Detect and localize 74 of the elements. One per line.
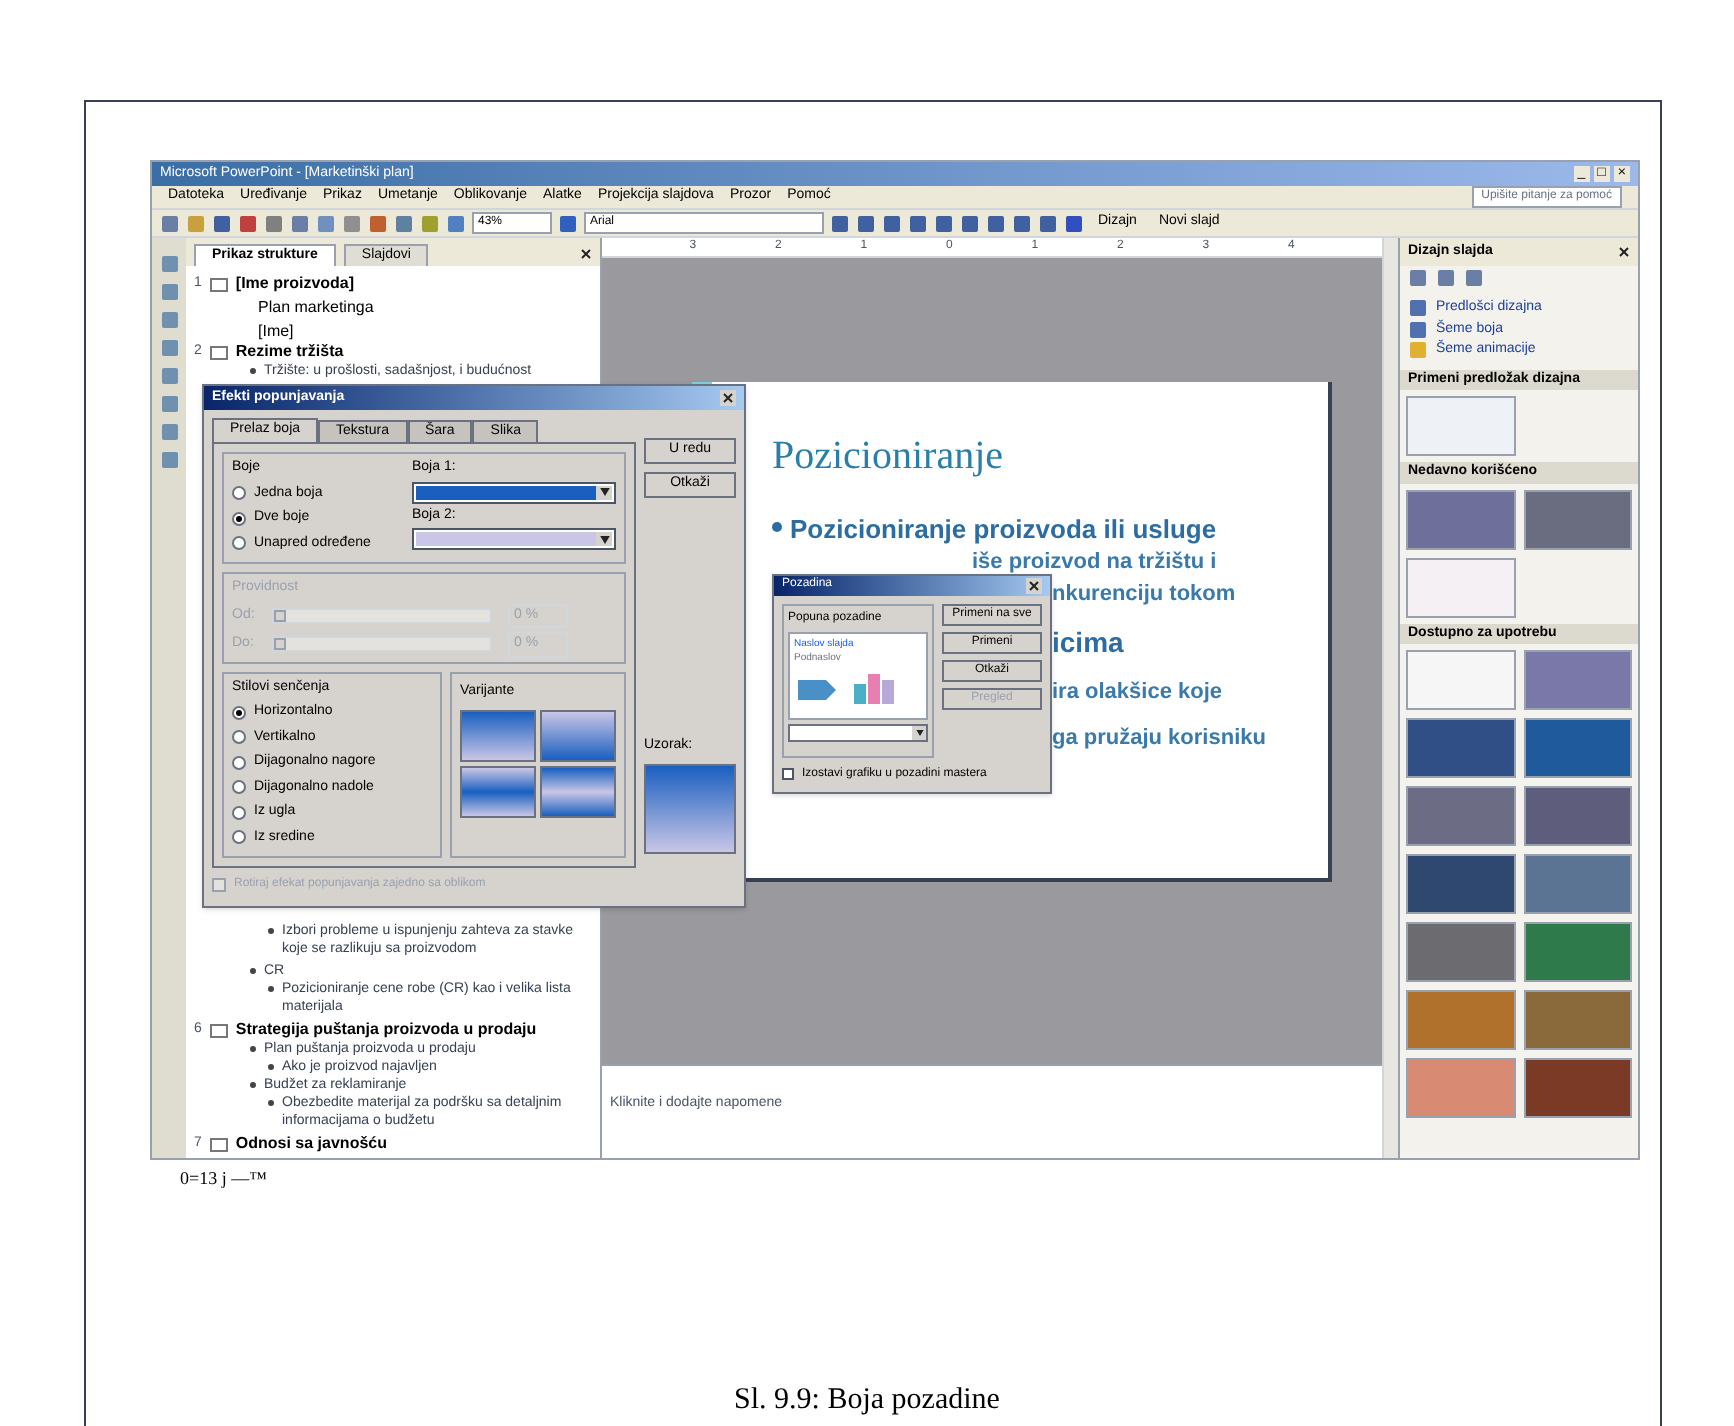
close-icon[interactable] — [1028, 579, 1040, 591]
figure-caption: Sl. 9.9: Boja pozadine — [734, 1381, 1000, 1419]
outline-slide-title[interactable]: [Ime proizvoda] — [235, 274, 355, 294]
design-thumbnail[interactable] — [1523, 786, 1632, 846]
gradient-variant[interactable] — [460, 710, 536, 762]
close-icon[interactable] — [1618, 246, 1630, 258]
design-thumbnail[interactable] — [1406, 489, 1515, 549]
design-thumbnail[interactable] — [1523, 854, 1632, 914]
slide-icon — [209, 1023, 228, 1037]
bullet-icon — [268, 928, 274, 934]
radio-button[interactable] — [232, 805, 246, 820]
slider-thumb[interactable] — [274, 609, 286, 622]
outline-text[interactable]: Plan marketinga — [258, 298, 374, 316]
radio-button[interactable] — [232, 830, 246, 845]
bullet-icon — [268, 1100, 274, 1106]
design-thumbnail[interactable] — [1406, 922, 1515, 982]
outline-slide-title[interactable]: Rezime tržišta — [235, 342, 344, 362]
design-thumbnail[interactable] — [1406, 650, 1515, 710]
design-thumbnail[interactable] — [1406, 718, 1515, 778]
slide-bullet: Pozicioniranje proizvoda ili usluge — [790, 512, 1217, 548]
radio-button[interactable] — [232, 755, 246, 770]
design-thumbnail[interactable] — [1406, 990, 1515, 1050]
slide-text: nkurenciju tokom — [1052, 579, 1238, 609]
caret-icon — [599, 535, 609, 543]
bullet-icon — [250, 368, 256, 374]
radio-button[interactable] — [232, 486, 246, 501]
slide-icon — [209, 277, 228, 291]
bullet-icon — [250, 968, 256, 974]
caret-icon — [599, 488, 609, 496]
bullet-icon — [250, 1082, 256, 1088]
radio-button[interactable] — [232, 730, 246, 745]
design-thumbnail[interactable] — [1523, 718, 1632, 778]
design-thumbnail[interactable] — [1406, 854, 1515, 914]
slide-text: ga pružaju korisniku — [1052, 723, 1266, 753]
slider-thumb[interactable] — [274, 638, 286, 651]
checkbox[interactable] — [212, 878, 226, 892]
color-dropdown[interactable] — [412, 528, 616, 550]
scan-text: 0=13 j —™ — [180, 1166, 269, 1192]
bullet-icon — [268, 1064, 274, 1070]
design-thumbnail[interactable] — [1406, 786, 1515, 846]
slide-icon — [209, 345, 228, 359]
design-thumbnail[interactable] — [1523, 1058, 1632, 1118]
radio-button[interactable] — [232, 536, 246, 551]
design-thumbnail[interactable] — [1406, 557, 1515, 617]
gradient-variant[interactable] — [460, 766, 536, 818]
close-icon[interactable] — [580, 248, 592, 260]
slide-text: icima — [1052, 624, 1126, 662]
radio-button[interactable] — [232, 705, 246, 720]
design-thumbnail[interactable] — [1523, 650, 1632, 710]
sample-preview — [644, 764, 736, 854]
caret-icon — [915, 729, 923, 735]
slide-text: ira olakšice koje — [1052, 678, 1224, 708]
bullet-icon — [250, 1046, 256, 1052]
outline-text[interactable]: [Ime] — [258, 322, 294, 340]
bullet-icon — [268, 986, 274, 992]
gradient-variant[interactable] — [540, 710, 616, 762]
slide-text: iše proizvod na tržištu i — [970, 549, 1219, 573]
design-thumbnail[interactable] — [1523, 922, 1632, 982]
radio-button[interactable] — [232, 780, 246, 795]
close-icon[interactable] — [722, 392, 734, 404]
design-thumbnail[interactable] — [1523, 489, 1632, 549]
design-thumbnail[interactable] — [1523, 990, 1632, 1050]
radio-button[interactable] — [232, 511, 246, 526]
checkbox[interactable] — [782, 768, 794, 780]
color-dropdown[interactable] — [412, 481, 616, 503]
outline-slide-title[interactable]: Strategija puštanja proizvoda u prodaju — [235, 1020, 537, 1040]
outline-slide-title[interactable]: Odnosi sa javnošću — [235, 1134, 387, 1154]
fill-dropdown[interactable] — [788, 723, 928, 741]
bullet-icon — [772, 522, 782, 532]
design-thumbnail[interactable] — [1406, 396, 1515, 456]
slide-icon — [209, 1137, 228, 1151]
design-thumbnail[interactable] — [1406, 1058, 1515, 1118]
slide-title: Pozicioniranje — [772, 432, 1006, 482]
gradient-variant[interactable] — [540, 766, 616, 818]
